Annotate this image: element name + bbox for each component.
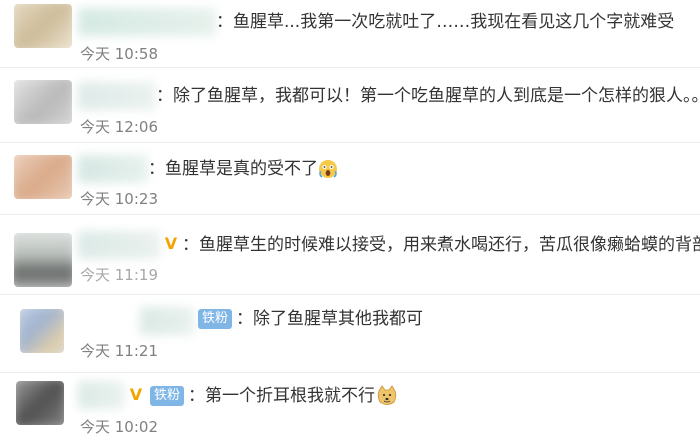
comment-text: ：鱼腥草...我第一次吃就吐了……我现在看见这几个字就难受 [216,12,675,32]
avatar[interactable] [14,4,72,48]
comment-time: 今天 10:23 [80,190,158,208]
comment-feed: ：鱼腥草...我第一次吃就吐了……我现在看见这几个字就难受 今天 10:58 ：… [0,0,700,447]
username[interactable] [78,155,148,183]
username[interactable] [78,8,216,36]
avatar[interactable] [20,309,64,353]
comment-time: 今天 11:21 [80,342,158,360]
screaming-face-emoji [319,160,337,178]
vip-v-icon: V [164,234,178,253]
comment-text: ：第一个折耳根我就不行 [188,386,375,406]
avatar[interactable] [16,381,64,425]
comment-item: V ：鱼腥草生的时候难以接受，用来煮水喝还行，苦瓜很像癞蛤蟆的背部 今天 11:… [0,215,700,295]
fan-badge: 铁粉 [198,309,233,329]
comment-time: 今天 10:02 [80,418,158,436]
comment-item: V 铁粉 ：第一个折耳根我就不行 今天 10:02 [0,373,700,447]
comment-text: ：除了鱼腥草，我都可以！第一个吃鱼腥草的人到底是一个怎样的狠人。。 [156,86,700,106]
comment-text: ：鱼腥草生的时候难以接受，用来煮水喝还行，苦瓜很像癞蛤蟆的背部 [182,235,700,255]
comment-item: ：鱼腥草...我第一次吃就吐了……我现在看见这几个字就难受 今天 10:58 [0,0,700,68]
comment-item: 铁粉 ：除了鱼腥草其他我都可 今天 11:21 [0,295,700,373]
avatar[interactable] [14,155,72,199]
comment-text: ：鱼腥草是真的受不了 [148,159,318,179]
comment-time: 今天 11:19 [80,266,158,284]
doge-emoji [377,385,397,405]
username[interactable] [78,381,124,409]
comment-item: ：除了鱼腥草，我都可以！第一个吃鱼腥草的人到底是一个怎样的狠人。。 今天 12:… [0,68,700,143]
comment-item: ：鱼腥草是真的受不了 今天 10:23 [0,143,700,215]
username[interactable] [140,307,194,335]
avatar[interactable] [14,80,72,124]
comment-time: 今天 12:06 [80,118,158,136]
username[interactable] [78,231,160,259]
fan-badge: 铁粉 [150,386,185,406]
comment-text: ：除了鱼腥草其他我都可 [236,309,423,329]
avatar[interactable] [14,233,72,287]
vip-v-icon: V [129,385,143,404]
comment-time: 今天 10:58 [80,45,158,63]
username[interactable] [78,82,156,110]
